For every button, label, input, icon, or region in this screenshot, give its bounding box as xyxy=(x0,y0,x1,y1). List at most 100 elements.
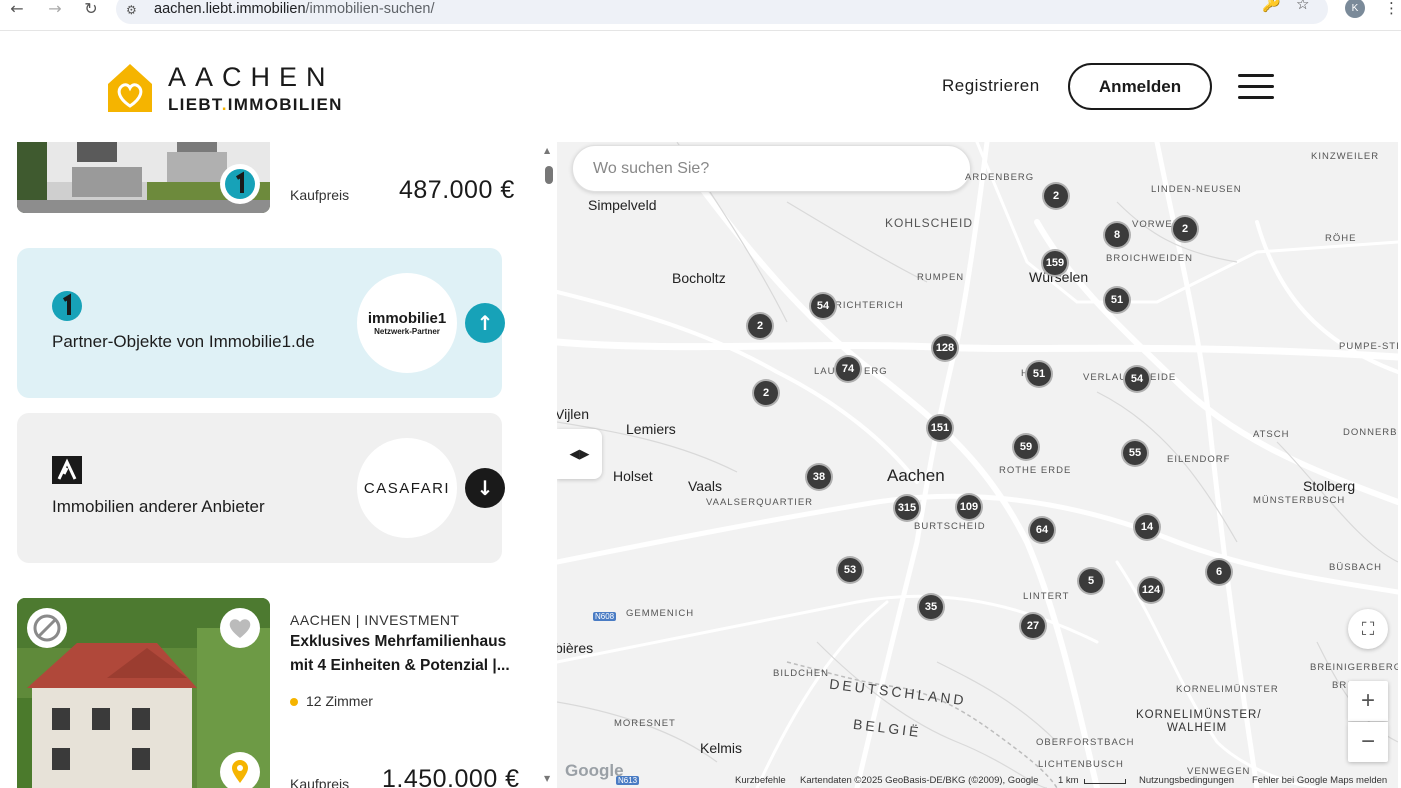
partner-casafari-title: Immobilien anderer Anbieter xyxy=(52,497,265,516)
place-muensterbusch: MÜNSTERBUSCH xyxy=(1253,495,1346,506)
place-broichweiden: BROICHWEIDEN xyxy=(1106,253,1193,264)
place-rumpen: RUMPEN xyxy=(917,272,965,283)
url-text[interactable]: aachen.liebt.immobilien/immobilien-suche… xyxy=(154,1,434,17)
map-cluster-marker[interactable]: 54 xyxy=(1123,365,1151,393)
map-cluster-marker[interactable]: 128 xyxy=(931,334,959,362)
partner-casafari-box[interactable]: Immobilien anderer Anbieter CASAFARI xyxy=(17,413,502,563)
map-cluster-marker[interactable]: 151 xyxy=(926,414,954,442)
map-pin-icon xyxy=(232,760,248,783)
place-breinigerberg: BREINIGERBERG xyxy=(1310,662,1398,673)
rooms-text: 12 Zimmer xyxy=(306,693,373,709)
profile-avatar[interactable]: K xyxy=(1345,0,1365,18)
address-bar[interactable]: ⚙ aachen.liebt.immobilien/immobilien-suc… xyxy=(116,0,1328,24)
map-cluster-marker[interactable]: 5 xyxy=(1077,567,1105,595)
site-logo[interactable]: AACHEN LIEBT.IMMOBILIEN xyxy=(108,62,368,114)
kebab-menu-icon[interactable]: ⋮ xyxy=(1384,0,1399,17)
map-cluster-marker[interactable]: 74 xyxy=(834,355,862,383)
place-kelmis: Kelmis xyxy=(700,740,743,756)
register-link[interactable]: Registrieren xyxy=(942,76,1040,96)
map-cluster-marker[interactable]: 2 xyxy=(746,312,774,340)
map-cluster-marker[interactable]: 27 xyxy=(1019,612,1047,640)
map-cluster-marker[interactable]: 315 xyxy=(893,494,921,522)
map-cluster-marker[interactable]: 51 xyxy=(1025,360,1053,388)
zoom-out-button[interactable]: − xyxy=(1348,722,1388,762)
login-button[interactable]: Anmelden xyxy=(1068,63,1212,110)
map-cluster-marker[interactable]: 59 xyxy=(1012,433,1040,461)
map-cluster-marker[interactable]: 35 xyxy=(917,593,945,621)
place-bocholtz: Bocholtz xyxy=(672,270,726,286)
map-cluster-marker[interactable]: 64 xyxy=(1028,516,1056,544)
map-cluster-marker[interactable]: 54 xyxy=(809,292,837,320)
map-cluster-marker[interactable]: 2 xyxy=(752,379,780,407)
listing-scrollbar[interactable] xyxy=(543,142,557,788)
place-vaals: Vaals xyxy=(688,478,722,494)
map-cluster-marker[interactable]: 55 xyxy=(1121,439,1149,467)
listing-location: AACHEN | INVESTMENT xyxy=(290,612,460,628)
arrow-up-icon[interactable]: ↑ xyxy=(465,303,505,343)
price-value: 487.000 € xyxy=(399,176,515,204)
place-buesbach: BÜSBACH xyxy=(1329,562,1382,573)
reload-icon[interactable]: ↻ xyxy=(80,0,102,18)
no-sign-badge[interactable] xyxy=(27,608,67,648)
immobilie1-logo-icon xyxy=(52,291,82,321)
map-pin-badge[interactable] xyxy=(220,752,260,788)
place-lintert: LINTERT xyxy=(1023,591,1070,602)
hamburger-menu-icon[interactable] xyxy=(1238,74,1274,100)
place-holset: Holset xyxy=(613,468,653,484)
map-cluster-marker[interactable]: 2 xyxy=(1042,182,1070,210)
map-footer: Kurzbefehle Kartendaten ©2025 GeoBasis-D… xyxy=(557,774,1398,788)
map-cluster-marker[interactable]: 109 xyxy=(955,493,983,521)
forward-arrow-icon[interactable]: → xyxy=(44,0,66,18)
place-verlautenheide: VERLAU xyxy=(1083,372,1128,383)
zoom-in-button[interactable]: + xyxy=(1348,681,1388,721)
immobilie1-logo-text: immobilie1 xyxy=(367,310,447,327)
scroll-up-arrow-icon[interactable]: ▲ xyxy=(544,146,550,155)
bullet-dot-icon xyxy=(290,698,298,706)
arrow-down-icon[interactable]: ↓ xyxy=(465,468,505,508)
immobilie1-logo-subtext: Netzwerk-Partner xyxy=(374,327,440,336)
place-verlautenheide-end: EIDE xyxy=(1150,372,1177,383)
place-kinzweiler: KINZWEILER xyxy=(1311,151,1380,162)
place-pumpe-stich: PUMPE-STIC xyxy=(1339,341,1398,352)
map-cluster-marker[interactable]: 159 xyxy=(1041,249,1069,277)
site-info-icon[interactable]: ⚙ xyxy=(126,3,142,17)
site-header: AACHEN LIEBT.IMMOBILIEN Registrieren Anm… xyxy=(0,32,1401,142)
favorite-button[interactable] xyxy=(220,608,260,648)
casafari-logo: CASAFARI xyxy=(357,438,457,538)
map-cluster-marker[interactable]: 14 xyxy=(1133,513,1161,541)
star-icon[interactable]: ☆ xyxy=(1296,0,1309,13)
scroll-down-arrow-icon[interactable]: ▼ xyxy=(544,774,550,783)
map-cluster-marker[interactable]: 38 xyxy=(805,463,833,491)
partner-immobilie1-box[interactable]: Partner-Objekte von Immobilie1.de immobi… xyxy=(17,248,502,398)
map-cluster-marker[interactable]: 53 xyxy=(836,556,864,584)
map-cluster-marker[interactable]: 51 xyxy=(1103,286,1131,314)
fullscreen-button[interactable]: ⛶ xyxy=(1348,609,1388,649)
casafari-logo-icon xyxy=(52,456,82,484)
logo-word-liebt: LIEBT xyxy=(168,95,222,114)
browser-toolbar: ← → ↻ ⚙ aachen.liebt.immobilien/immobili… xyxy=(0,0,1401,31)
place-kornelimuenster-walheim-2: WALHEIM xyxy=(1167,722,1228,734)
price-value: 1.450.000 € xyxy=(382,765,520,788)
report-error-link[interactable]: Fehler bei Google Maps melden xyxy=(1252,775,1387,786)
back-arrow-icon[interactable]: ← xyxy=(6,0,28,18)
place-plombieres: bières xyxy=(557,640,594,656)
key-icon[interactable]: 🔑 xyxy=(1262,0,1281,13)
scrollbar-thumb[interactable] xyxy=(545,166,553,184)
place-vijlen: Vijlen xyxy=(557,406,589,422)
map-view[interactable]: ARDENBERG Simpelveld KOHLSCHEID Bocholtz… xyxy=(557,142,1398,788)
terms-link[interactable]: Nutzungsbedingungen xyxy=(1139,775,1234,786)
map-cluster-marker[interactable]: 6 xyxy=(1205,558,1233,586)
keyboard-shortcuts-link[interactable]: Kurzbefehle xyxy=(735,775,786,786)
map-search-input[interactable] xyxy=(572,145,971,192)
price-label: Kaufpreis xyxy=(290,776,350,788)
map-cluster-marker[interactable]: 2 xyxy=(1171,215,1199,243)
place-stolberg: Stolberg xyxy=(1303,478,1356,494)
place-roehe: RÖHE xyxy=(1325,233,1357,244)
immobilie1-badge xyxy=(220,164,260,204)
listing-title[interactable]: Exklusives Mehrfamilienhaus mit 4 Einhei… xyxy=(290,630,520,678)
map-cluster-marker[interactable]: 8 xyxy=(1103,221,1131,249)
toggle-split-view-button[interactable]: ◀▶ xyxy=(557,429,602,479)
place-moresnet: MORESNET xyxy=(614,718,676,729)
map-cluster-marker[interactable]: 124 xyxy=(1137,576,1165,604)
url-host: aachen.liebt.immobilien xyxy=(154,1,306,17)
